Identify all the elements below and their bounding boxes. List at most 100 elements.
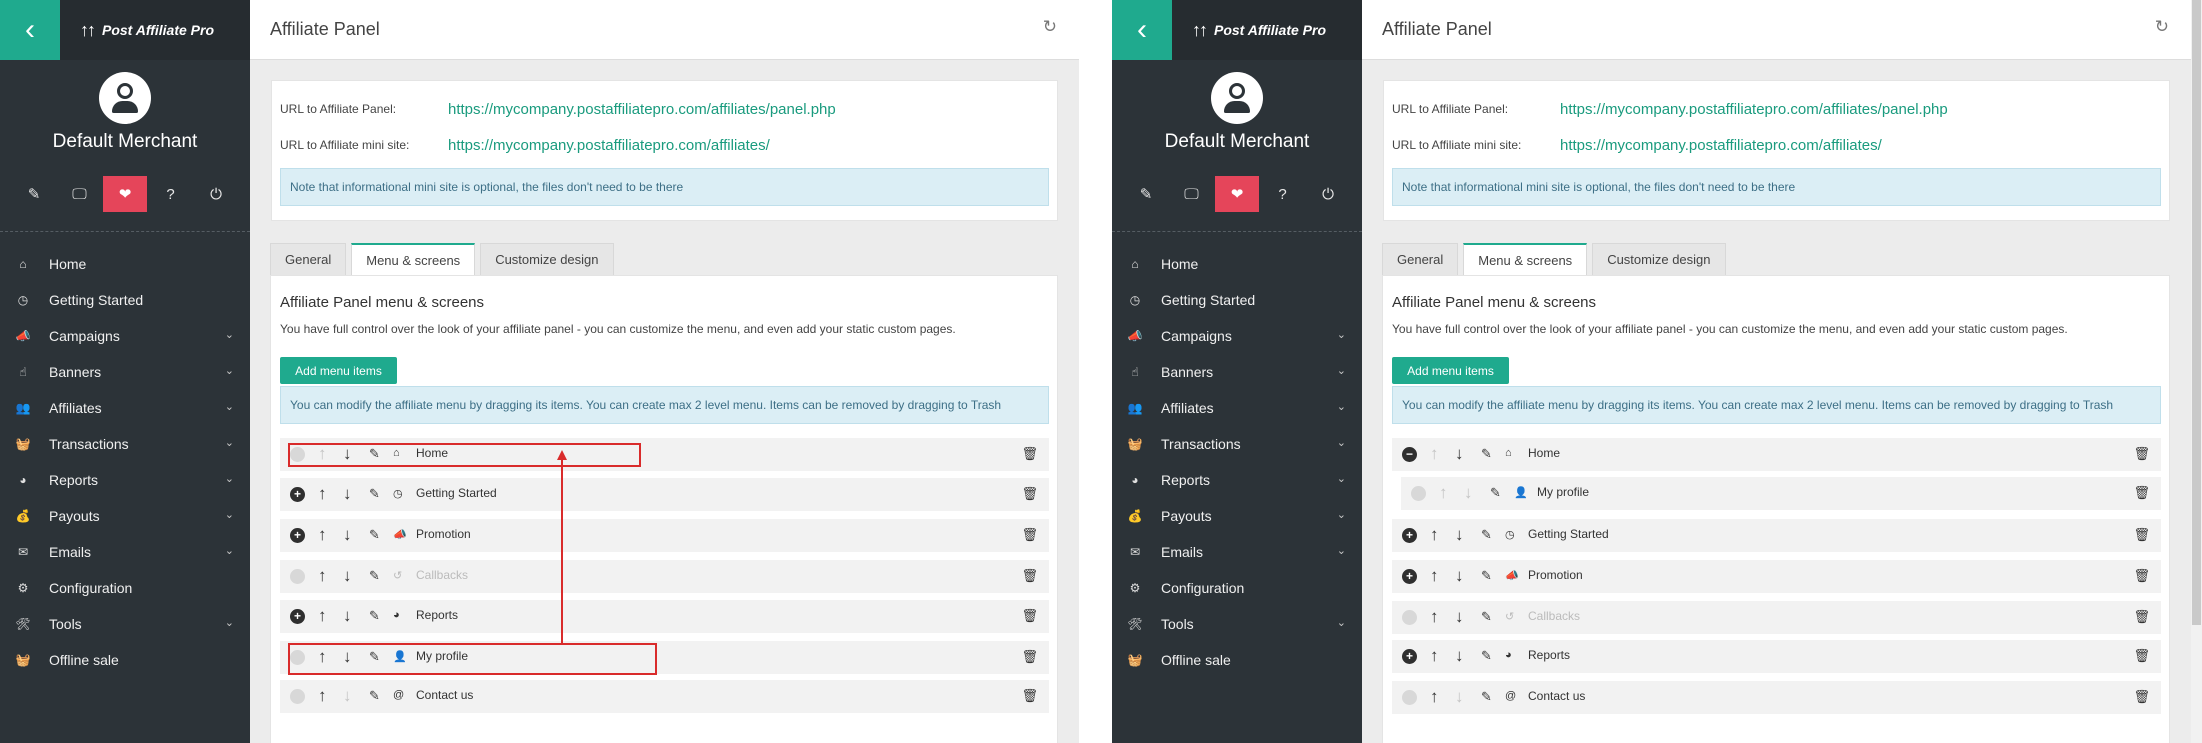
menu-item-row[interactable]: ↑ ↓ ✎ ↺ Callbacks 🗑 [280,560,1049,593]
sidebar-item-reports[interactable]: ◕ Reports ⌄ [1112,462,1362,498]
move-down-icon[interactable]: ↓ [1455,525,1464,545]
pencil-icon[interactable]: ✎ [369,486,380,502]
sidebar-item-payouts[interactable]: 💰 Payouts ⌄ [1112,498,1362,534]
menu-item-row[interactable]: + ↑ ↓ ✎ 📣 Promotion 🗑 [280,519,1049,552]
pencil-icon[interactable]: ✎ [369,688,380,704]
collapse-icon[interactable]: − [1402,447,1417,462]
power-icon[interactable]: ⏻ [1306,176,1350,212]
expand-icon[interactable]: + [290,609,305,624]
sidebar-item-offline-sale[interactable]: 🧺 Offline sale [1112,642,1362,678]
sidebar-item-transactions[interactable]: 🧺 Transactions ⌄ [0,426,250,462]
sidebar-item-affiliates[interactable]: 👥 Affiliates ⌄ [0,390,250,426]
trash-icon[interactable]: 🗑 [2133,527,2150,543]
avatar[interactable] [1211,72,1263,124]
move-up-icon[interactable]: ↑ [1430,566,1439,586]
pencil-icon[interactable]: ✎ [1481,609,1492,625]
heartbeat-icon[interactable]: ❤ [1215,176,1259,212]
tab-menu-screens[interactable]: Menu & screens [1463,243,1588,275]
menu-item-row[interactable]: + ↑ ↓ ✎ ◷ Getting Started 🗑 [280,478,1049,511]
move-down-icon[interactable]: ↓ [343,606,352,626]
trash-icon[interactable]: 🗑 [1021,446,1038,462]
sidebar-item-configuration[interactable]: ⚙ Configuration [0,570,250,606]
panel-url-link[interactable]: https://mycompany.postaffiliatepro.com/a… [448,101,836,118]
trash-icon[interactable]: 🗑 [1021,527,1038,543]
pencil-icon[interactable]: ✎ [12,176,56,212]
trash-icon[interactable]: 🗑 [2133,689,2150,705]
sidebar-item-tools[interactable]: 🛠 Tools ⌄ [1112,606,1362,642]
pencil-icon[interactable]: ✎ [1124,176,1168,212]
trash-icon[interactable]: 🗑 [2133,446,2150,462]
pencil-icon[interactable]: ✎ [369,527,380,543]
move-down-icon[interactable]: ↓ [1455,444,1464,464]
pencil-icon[interactable]: ✎ [1481,527,1492,543]
sidebar-item-banners[interactable]: ☝ Banners ⌄ [0,354,250,390]
trash-icon[interactable]: 🗑 [2133,648,2150,664]
menu-item-row[interactable]: ↑ ↓ ✎ @ Contact us 🗑 [1392,681,2161,714]
pencil-icon[interactable]: ✎ [369,568,380,584]
move-down-icon[interactable]: ↓ [343,566,352,586]
sidebar-item-transactions[interactable]: 🧺 Transactions ⌄ [1112,426,1362,462]
mini-site-url-link[interactable]: https://mycompany.postaffiliatepro.com/a… [448,137,770,154]
sidebar-item-banners[interactable]: ☝ Banners ⌄ [1112,354,1362,390]
mini-site-url-link[interactable]: https://mycompany.postaffiliatepro.com/a… [1560,137,1882,154]
trash-icon[interactable]: 🗑 [2133,609,2150,625]
panel-url-link[interactable]: https://mycompany.postaffiliatepro.com/a… [1560,101,1948,118]
vertical-scrollbar[interactable] [2191,0,2202,743]
sidebar-item-home[interactable]: ⌂ Home [1112,246,1362,282]
trash-icon[interactable]: 🗑 [1021,688,1038,704]
move-up-icon[interactable]: ↑ [318,686,327,706]
tab-menu-screens[interactable]: Menu & screens [351,243,476,275]
sidebar-item-affiliates[interactable]: 👥 Affiliates ⌄ [1112,390,1362,426]
tab-customize-design[interactable]: Customize design [480,243,614,275]
scrollbar-thumb[interactable] [2192,0,2201,625]
move-up-icon[interactable]: ↑ [318,484,327,504]
move-up-icon[interactable]: ↑ [1430,525,1439,545]
add-menu-items-button[interactable]: Add menu items [1392,357,1509,384]
tab-customize-design[interactable]: Customize design [1592,243,1726,275]
menu-item-row[interactable]: ↑ ↓ ✎ 👤 My profile 🗑 [1401,477,2161,510]
menu-item-row[interactable]: + ↑ ↓ ✎ ◕ Reports 🗑 [1392,640,2161,673]
move-up-icon[interactable]: ↑ [318,525,327,545]
back-button[interactable]: ‹ [0,0,60,60]
menu-item-row[interactable]: + ↑ ↓ ✎ 📣 Promotion 🗑 [1392,560,2161,593]
move-down-icon[interactable]: ↓ [1455,646,1464,666]
move-up-icon[interactable]: ↑ [318,606,327,626]
sidebar-item-emails[interactable]: ✉ Emails ⌄ [1112,534,1362,570]
pencil-icon[interactable]: ✎ [1490,485,1501,501]
menu-item-row[interactable]: + ↑ ↓ ✎ ◕ Reports 🗑 [280,600,1049,633]
sidebar-item-reports[interactable]: ◕ Reports ⌄ [0,462,250,498]
avatar[interactable] [99,72,151,124]
sidebar-item-configuration[interactable]: ⚙ Configuration [1112,570,1362,606]
power-icon[interactable]: ⏻ [194,176,238,212]
pencil-icon[interactable]: ✎ [1481,446,1492,462]
menu-item-row[interactable]: − ↑ ↓ ✎ ⌂ Home 🗑 [1392,438,2161,471]
trash-icon[interactable]: 🗑 [1021,568,1038,584]
menu-item-row[interactable]: ↑ ↓ ✎ ↺ Callbacks 🗑 [1392,601,2161,634]
sidebar-item-emails[interactable]: ✉ Emails ⌄ [0,534,250,570]
expand-icon[interactable]: + [290,528,305,543]
add-menu-items-button[interactable]: Add menu items [280,357,397,384]
tab-general[interactable]: General [1382,243,1459,275]
pencil-icon[interactable]: ✎ [1481,689,1492,705]
tab-general[interactable]: General [270,243,347,275]
trash-icon[interactable]: 🗑 [2133,568,2150,584]
refresh-icon[interactable]: ↻ [2155,17,2169,37]
expand-icon[interactable]: + [1402,569,1417,584]
heartbeat-icon[interactable]: ❤ [103,176,147,212]
trash-icon[interactable]: 🗑 [1021,486,1038,502]
move-up-icon[interactable]: ↑ [1430,687,1439,707]
sidebar-item-campaigns[interactable]: 📣 Campaigns ⌄ [0,318,250,354]
sidebar-item-getting-started[interactable]: ◷ Getting Started [1112,282,1362,318]
move-up-icon[interactable]: ↑ [1430,607,1439,627]
trash-icon[interactable]: 🗑 [1021,649,1038,665]
move-up-icon[interactable]: ↑ [318,566,327,586]
monitor-icon[interactable]: 🖵 [58,176,102,212]
sidebar-item-campaigns[interactable]: 📣 Campaigns ⌄ [1112,318,1362,354]
expand-icon[interactable]: + [1402,528,1417,543]
expand-icon[interactable]: + [1402,649,1417,664]
move-up-icon[interactable]: ↑ [1430,646,1439,666]
move-down-icon[interactable]: ↓ [343,484,352,504]
sidebar-item-offline-sale[interactable]: 🧺 Offline sale [0,642,250,678]
pencil-icon[interactable]: ✎ [1481,648,1492,664]
sidebar-item-home[interactable]: ⌂ Home [0,246,250,282]
